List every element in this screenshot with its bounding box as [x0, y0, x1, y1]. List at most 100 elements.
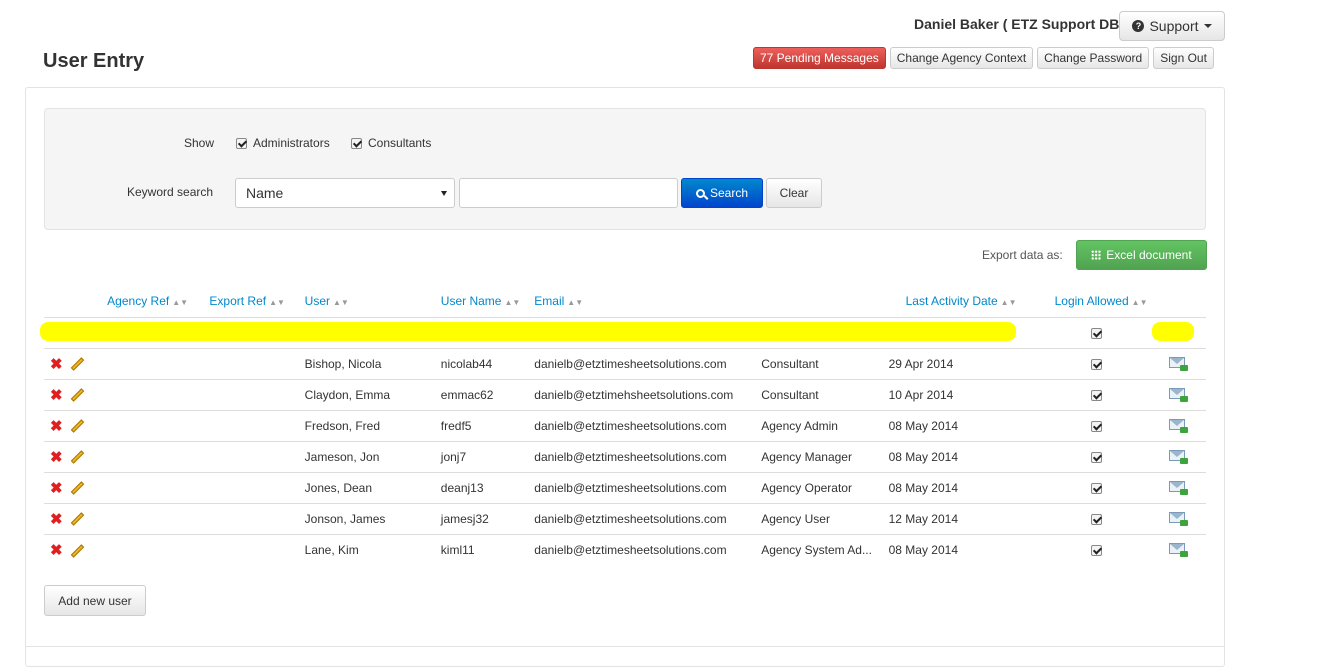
row-actions: ✖: [44, 502, 108, 534]
edit-pencil-icon[interactable]: [70, 419, 85, 434]
cell-login-allowed: [1044, 316, 1148, 348]
cell-last-activity: 08 May 2014: [888, 533, 1045, 565]
col-last-activity[interactable]: Last Activity Date ▲▼: [888, 286, 1045, 318]
cell-agency-ref: [107, 440, 210, 472]
delete-icon[interactable]: ✖: [50, 355, 64, 373]
table-header-row: Agency Ref ▲▼ Export Ref ▲▼ User ▲▼ User Na…: [44, 286, 1206, 318]
cell-export-ref: [209, 378, 305, 410]
keyword-input[interactable]: [459, 178, 678, 208]
cell-send-email: [1147, 347, 1206, 379]
search-button[interactable]: Search: [681, 178, 763, 208]
cell-send-email: [1147, 378, 1206, 410]
edit-pencil-icon[interactable]: [70, 543, 85, 558]
login-allowed-checkbox[interactable]: [1090, 358, 1102, 370]
cell-role: Agency User: [761, 502, 889, 534]
send-email-icon[interactable]: [1168, 387, 1188, 402]
edit-pencil-icon[interactable]: [70, 388, 85, 403]
send-email-icon[interactable]: [1168, 480, 1188, 495]
cell-user: Claydon, Emma: [304, 378, 441, 410]
login-allowed-checkbox[interactable]: [1090, 327, 1102, 339]
cell-export-ref: [209, 440, 305, 472]
cell-role: Agency Operator: [761, 471, 889, 503]
cell-last-activity: 29 Apr 2014: [888, 347, 1045, 379]
consultants-checkbox[interactable]: [351, 137, 362, 149]
send-email-icon[interactable]: [1168, 418, 1188, 433]
send-email-icon[interactable]: [1168, 511, 1188, 526]
delete-icon[interactable]: ✖: [50, 386, 64, 404]
table-row: ✖ Claydon, Emma emmac62 danielb@etztimehshe…: [44, 378, 1206, 410]
delete-icon[interactable]: ✖: [50, 448, 64, 466]
change-password-button[interactable]: Change Password: [1037, 47, 1150, 69]
col-agency-ref[interactable]: Agency Ref ▲▼: [107, 286, 210, 318]
send-email-icon[interactable]: [1168, 542, 1188, 557]
cell-email: danielb@etztimesheetsolutions.com: [534, 471, 762, 503]
col-send: [1147, 286, 1206, 318]
chevron-down-icon: [1203, 24, 1212, 28]
chevron-down-icon: [441, 191, 447, 196]
delete-icon[interactable]: ✖: [50, 479, 64, 497]
cell-role: Agency Admin: [761, 409, 889, 441]
administrators-checkbox-row[interactable]: Administrators: [236, 136, 330, 150]
top-actions: 77 Pending Messages Change Agency Contex…: [753, 47, 1214, 69]
row-actions: ✖: [44, 440, 108, 472]
consultants-checkbox-row[interactable]: Consultants: [351, 136, 431, 150]
cell-export-ref: [209, 471, 305, 503]
table-row: ✖ Fredson, Fred fredf5 danielb@etztimesheet…: [44, 409, 1206, 441]
pending-messages-button[interactable]: 77 Pending Messages: [753, 47, 886, 69]
add-new-user-button[interactable]: Add new user: [44, 585, 146, 616]
row-actions: ✖: [44, 471, 108, 503]
search-icon: [695, 188, 705, 198]
edit-pencil-icon[interactable]: [70, 357, 85, 372]
cell-login-allowed: [1044, 502, 1148, 534]
support-label: Support: [1149, 18, 1199, 34]
login-allowed-checkbox[interactable]: [1090, 420, 1102, 432]
sign-out-button[interactable]: Sign Out: [1153, 47, 1214, 69]
support-button[interactable]: ? Support: [1119, 11, 1225, 41]
cell-username: emmac62: [440, 378, 535, 410]
delete-icon[interactable]: ✖: [50, 541, 64, 559]
cell-last-activity: 12 May 2014: [888, 502, 1045, 534]
edit-pencil-icon[interactable]: [70, 481, 85, 496]
cell-username: deanj13: [440, 471, 535, 503]
cell-last-activity: 08 May 2014: [888, 409, 1045, 441]
clear-button[interactable]: Clear: [766, 178, 822, 208]
delete-icon[interactable]: ✖: [50, 417, 64, 435]
send-email-icon[interactable]: [1168, 449, 1188, 464]
col-username[interactable]: User Name ▲▼: [440, 286, 535, 318]
login-allowed-checkbox[interactable]: [1090, 389, 1102, 401]
cell-role: Consultant: [761, 378, 889, 410]
user-display-name: Daniel Baker ( ETZ Support DB ): [914, 16, 1128, 32]
administrators-label: Administrators: [253, 136, 330, 150]
edit-pencil-icon[interactable]: [70, 450, 85, 465]
col-user[interactable]: User ▲▼: [304, 286, 441, 318]
keyword-field-select[interactable]: Name: [235, 178, 455, 208]
col-export-ref[interactable]: Export Ref ▲▼: [209, 286, 305, 318]
delete-icon[interactable]: ✖: [50, 510, 64, 528]
excel-export-button[interactable]: Excel document: [1076, 240, 1207, 270]
search-label: Search: [709, 186, 749, 200]
highlight-mark: [1152, 322, 1194, 341]
send-email-icon[interactable]: [1168, 356, 1188, 371]
cell-send-email: [1147, 502, 1206, 534]
show-label: Show: [184, 136, 215, 150]
cell-role: Consultant: [761, 347, 889, 379]
cell-agency-ref: [107, 347, 210, 379]
cell-username: nicolab44: [440, 347, 535, 379]
cell-send-email: [1147, 409, 1206, 441]
table-row: ✖ Bishop, Nicola nicolab44 danielb@etztimes…: [44, 347, 1206, 379]
keyword-search-label: Keyword search: [127, 185, 214, 199]
edit-pencil-icon[interactable]: [70, 512, 85, 527]
table-row: ✖ Jones, Dean deanj13 danielb@etztimesheets…: [44, 471, 1206, 503]
cell-send-email: [1147, 533, 1206, 565]
login-allowed-checkbox[interactable]: [1090, 513, 1102, 525]
col-login-allowed[interactable]: Login Allowed ▲▼: [1044, 286, 1148, 318]
login-allowed-checkbox[interactable]: [1090, 545, 1102, 557]
login-allowed-checkbox[interactable]: [1090, 482, 1102, 494]
cell-email: danielb@etztimesheetsolutions.com: [534, 533, 762, 565]
administrators-checkbox[interactable]: [236, 137, 247, 149]
login-allowed-checkbox[interactable]: [1090, 451, 1102, 463]
cell-agency-ref: [107, 533, 210, 565]
cell-export-ref: [209, 409, 305, 441]
change-agency-context-button[interactable]: Change Agency Context: [889, 47, 1034, 69]
col-email[interactable]: Email ▲▼: [534, 286, 762, 318]
